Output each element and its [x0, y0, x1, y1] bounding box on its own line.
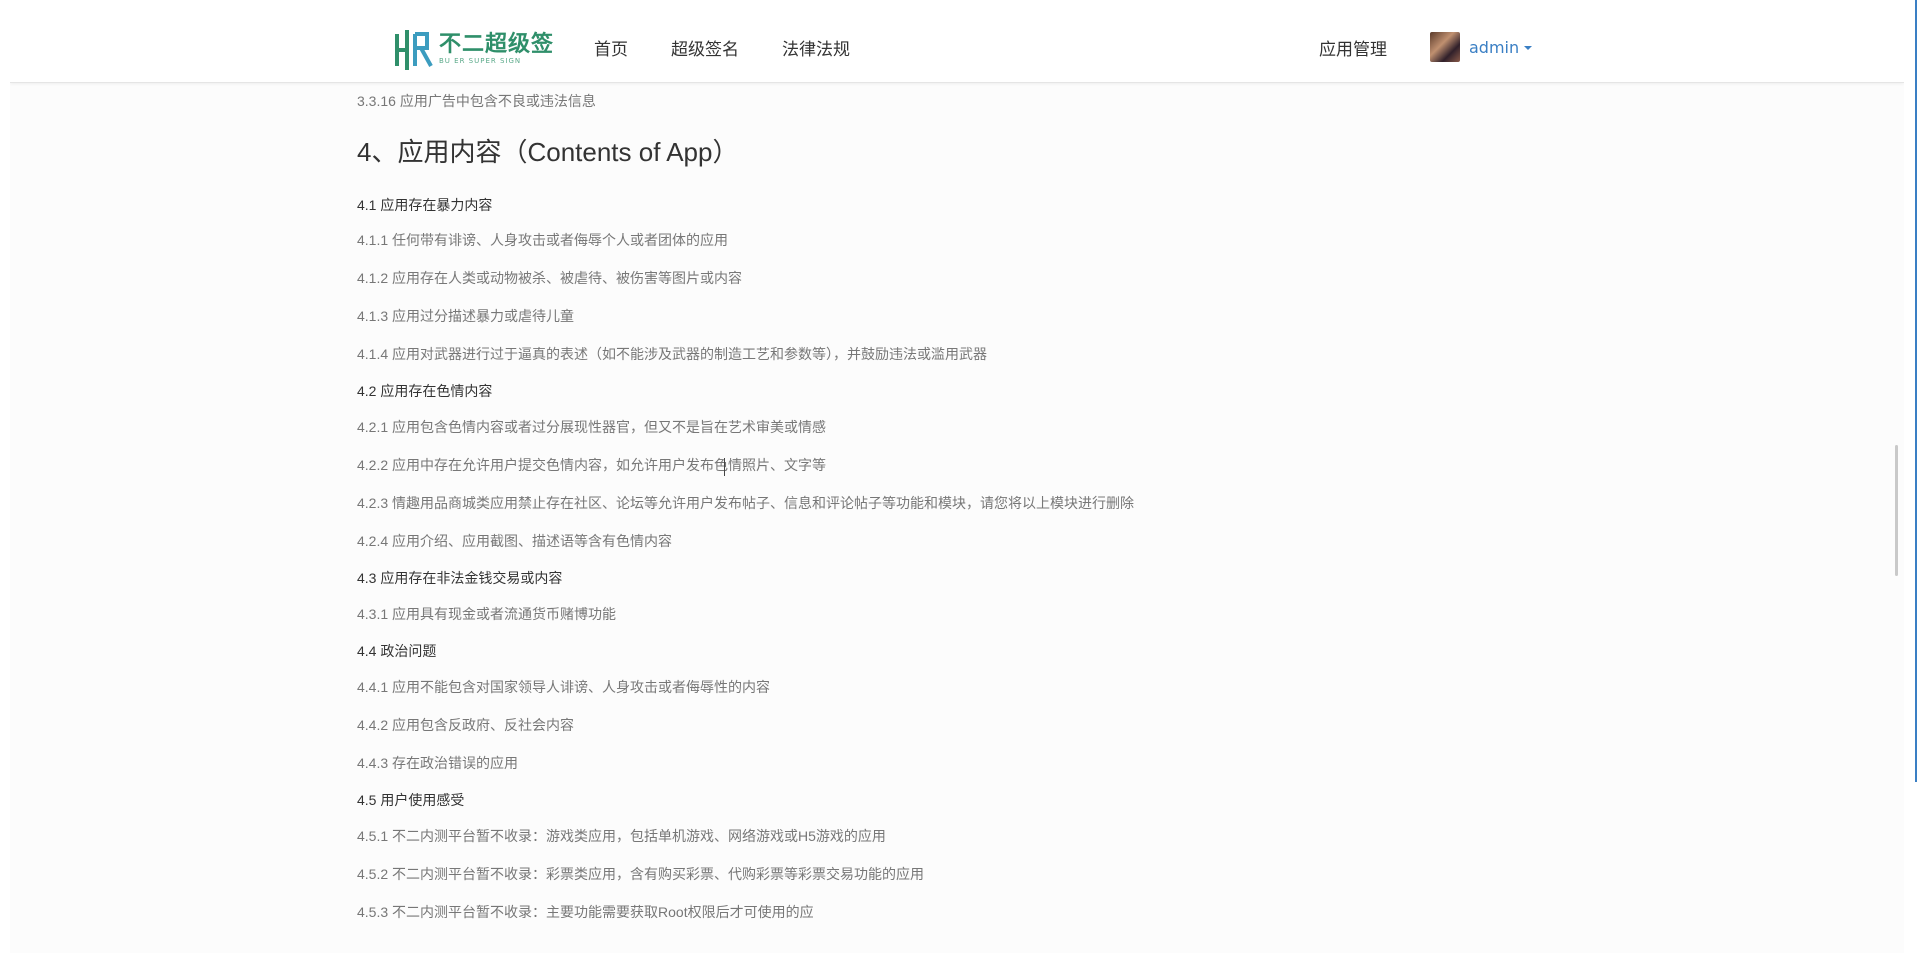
subsection-title: 4.1 应用存在暴力内容	[357, 197, 493, 213]
list-item: 4.3.1 应用具有现金或者流通货币赌博功能	[357, 606, 617, 622]
logo-title: 不二超级签	[439, 31, 555, 56]
logo-icon	[395, 30, 433, 70]
list-item: 4.5.2 不二内测平台暂不收录：彩票类应用，含有购买彩票、代购彩票等彩票交易功…	[357, 866, 925, 882]
nav-super-sign[interactable]: 超级签名	[671, 35, 739, 60]
top-navbar: 不二超级签 BU ER SUPER SIGN 首页 超级签名 法律法规 应用管理…	[10, 12, 1904, 83]
avatar	[1430, 32, 1460, 62]
main-nav: 首页 超级签名 法律法规	[594, 12, 893, 82]
subsection-title: 4.3 应用存在非法金钱交易或内容	[357, 570, 563, 586]
list-item: 4.1.4 应用对武器进行过于逼真的表述（如不能涉及武器的制造工艺和参数等），并…	[357, 346, 988, 362]
subsection-title: 4.5 用户使用感受	[357, 792, 465, 808]
list-item: 4.1.1 任何带有诽谤、人身攻击或者侮辱个人或者团体的应用	[357, 232, 729, 248]
subsection-title: 4.4 政治问题	[357, 643, 437, 659]
nav-laws[interactable]: 法律法规	[782, 35, 850, 60]
list-item: 4.2.2 应用中存在允许用户提交色情内容，如允许用户发布色情照片、文字等	[357, 457, 827, 473]
right-nav: 应用管理	[1319, 12, 1387, 82]
list-item: 4.5.1 不二内测平台暂不收录：游戏类应用，包括单机游戏、网络游戏或H5游戏的…	[357, 828, 886, 844]
page: 不二超级签 BU ER SUPER SIGN 首页 超级签名 法律法规 应用管理…	[10, 12, 1904, 953]
list-item: 4.2.4 应用介绍、应用截图、描述语等含有色情内容	[357, 533, 673, 549]
list-item: 4.1.2 应用存在人类或动物被杀、被虐待、被伤害等图片或内容	[357, 270, 743, 286]
logo-subtitle: BU ER SUPER SIGN	[439, 57, 522, 65]
list-item: 3.3.16 应用广告中包含不良或违法信息	[357, 93, 596, 109]
caret-down-icon	[1524, 46, 1533, 50]
list-item: 4.2.3 情趣用品商城类应用禁止存在社区、论坛等允许用户发布帖子、信息和评论帖…	[357, 495, 1135, 511]
section-heading: 4、应用内容（Contents of App）	[357, 137, 739, 167]
list-item: 4.4.2 应用包含反政府、反社会内容	[357, 717, 575, 733]
text-cursor	[724, 458, 725, 476]
nav-home[interactable]: 首页	[594, 35, 628, 60]
username: admin	[1469, 37, 1520, 57]
list-item: 4.1.3 应用过分描述暴力或虐待儿童	[357, 308, 575, 324]
scrollbar-thumb[interactable]	[1895, 445, 1898, 576]
user-dropdown[interactable]: admin	[1430, 32, 1533, 62]
list-item: 4.4.3 存在政治错误的应用	[357, 755, 519, 771]
nav-app-management[interactable]: 应用管理	[1319, 35, 1387, 60]
list-item: 4.4.1 应用不能包含对国家领导人诽谤、人身攻击或者侮辱性的内容	[357, 679, 771, 695]
list-item: 4.5.3 不二内测平台暂不收录：主要功能需要获取Root权限后才可使用的应	[357, 904, 814, 920]
logo[interactable]: 不二超级签 BU ER SUPER SIGN	[393, 22, 554, 76]
user-menu[interactable]: admin	[1430, 12, 1533, 82]
window-edge	[1915, 0, 1917, 782]
subsection-title: 4.2 应用存在色情内容	[357, 383, 493, 399]
list-item: 4.2.1 应用包含色情内容或者过分展现性器官，但又不是旨在艺术审美或情感	[357, 419, 827, 435]
